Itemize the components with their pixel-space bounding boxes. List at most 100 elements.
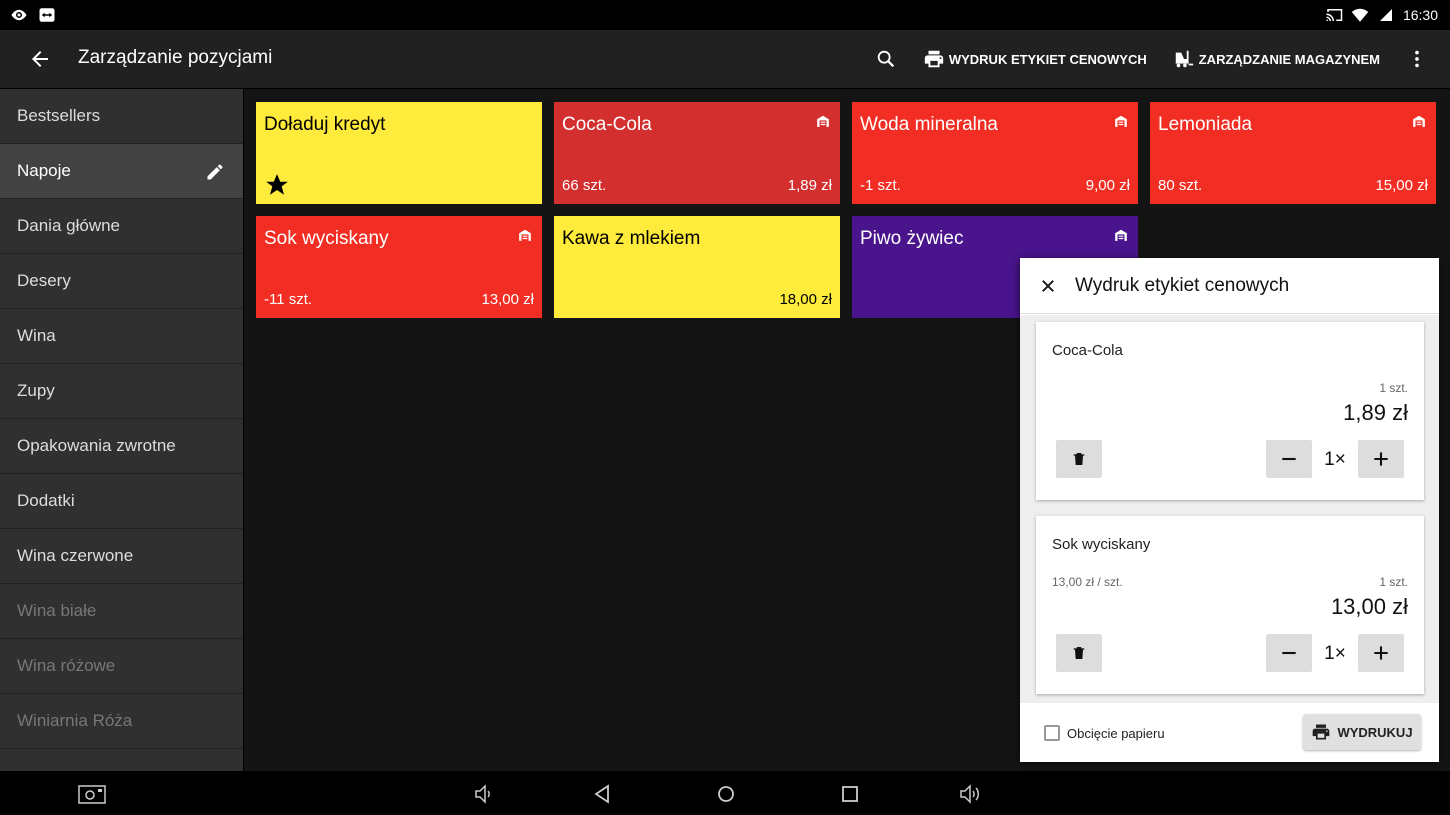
more-vert-icon[interactable] <box>1406 48 1428 70</box>
delete-button[interactable] <box>1056 440 1102 478</box>
sidebar-item-wina-rozowe[interactable]: Wina różowe <box>0 639 243 694</box>
tile-price: 18,00 zł <box>779 291 832 308</box>
tile-qty: -1 szt. <box>860 177 901 194</box>
sidebar-item-winiarnia-roza[interactable]: Winiarnia Róża <box>0 694 243 749</box>
warehouse-label: ZARZĄDZANIE MAGAZYNEM <box>1198 51 1380 67</box>
star-icon <box>266 174 288 195</box>
card-name: Coca-Cola <box>1052 342 1123 359</box>
close-icon[interactable] <box>1039 277 1057 295</box>
tile-price: 1,89 zł <box>787 177 832 194</box>
trash-icon <box>1073 647 1085 659</box>
card-total: 13,00 zł <box>1330 594 1408 619</box>
eye-icon <box>11 9 27 21</box>
search-icon[interactable] <box>875 48 897 70</box>
tile-name: Coca-Cola <box>562 114 652 135</box>
system-nav-bar <box>0 771 1450 815</box>
wifi-icon <box>1351 8 1369 22</box>
status-bar: 16:30 <box>0 0 1450 30</box>
product-tile[interactable]: Lemoniada 80 szt. 15,00 zł <box>1150 102 1436 204</box>
print-labels-panel: Wydruk etykiet cenowych Coca-Cola 1 szt.… <box>1020 258 1439 762</box>
cut-paper-label[interactable]: Obcięcie papieru <box>1067 726 1165 741</box>
card-qty: 1 szt. <box>1379 575 1408 589</box>
cast-icon <box>1326 9 1343 21</box>
back-arrow-icon[interactable] <box>28 47 52 71</box>
print-button[interactable]: WYDRUKUJ <box>1303 714 1421 750</box>
sidebar-item-bestsellers[interactable]: Bestsellers <box>0 89 243 144</box>
product-tile[interactable]: Kawa z mlekiem 18,00 zł <box>554 216 840 318</box>
tile-price: 15,00 zł <box>1375 177 1428 194</box>
tile-qty: 80 szt. <box>1158 177 1203 194</box>
minus-icon <box>1282 457 1296 461</box>
decrement-button[interactable] <box>1266 440 1312 478</box>
warehouse-button[interactable]: ZARZĄDZANIE MAGAZYNEM <box>1173 48 1380 70</box>
product-tile[interactable]: Woda mineralna -1 szt. 9,00 zł <box>852 102 1138 204</box>
plus-icon <box>1374 452 1388 466</box>
print-labels-button[interactable]: WYDRUK ETYKIET CENOWYCH <box>923 48 1147 70</box>
print-labels-label: WYDRUK ETYKIET CENOWYCH <box>948 51 1147 67</box>
warehouse-icon <box>817 115 829 127</box>
sidebar-item-desery[interactable]: Desery <box>0 254 243 309</box>
panel-footer: Obcięcie papieru WYDRUKUJ <box>1020 703 1439 762</box>
tile-price: 9,00 zł <box>1085 177 1130 194</box>
clock: 16:30 <box>1402 7 1438 23</box>
label-card: Coca-Cola 1 szt. 1,89 zł 1× <box>1036 322 1424 500</box>
sidebar-item-wina-czerwone[interactable]: Wina czerwone <box>0 529 243 584</box>
product-tile[interactable]: Doładuj kredyt <box>256 102 542 204</box>
tile-price: 13,00 zł <box>481 291 534 308</box>
panel-header: Wydruk etykiet cenowych <box>1020 258 1439 314</box>
increment-button[interactable] <box>1358 634 1404 672</box>
panel-title: Wydruk etykiet cenowych <box>1075 274 1290 296</box>
edit-pencil-icon[interactable] <box>205 162 225 182</box>
sidebar-item-wina-biale[interactable]: Wina białe <box>0 584 243 639</box>
tile-name: Doładuj kredyt <box>264 114 386 135</box>
tile-name: Piwo żywiec <box>860 228 964 249</box>
card-count: 1× <box>1324 643 1346 664</box>
volume-up-icon[interactable] <box>958 782 982 806</box>
card-name: Sok wyciskany <box>1052 536 1151 553</box>
card-qty: 1 szt. <box>1379 381 1408 395</box>
nav-home-icon[interactable] <box>714 782 738 806</box>
forklift-icon <box>1175 50 1193 68</box>
sidebar-item-napoje[interactable]: Napoje <box>0 144 243 199</box>
printer-icon <box>924 50 944 68</box>
warehouse-icon <box>1115 115 1127 127</box>
sidebar-item-dodatki[interactable]: Dodatki <box>0 474 243 529</box>
sidebar-item-wina[interactable]: Wina <box>0 309 243 364</box>
app-bar: Zarządzanie pozycjami WYDRUK ETYKIET CEN… <box>0 30 1450 88</box>
delete-button[interactable] <box>1056 634 1102 672</box>
warehouse-icon <box>519 229 531 241</box>
card-count: 1× <box>1324 449 1346 470</box>
printer-icon <box>1313 724 1330 740</box>
card-unit-price: 13,00 zł / szt. <box>1052 575 1123 589</box>
warehouse-icon <box>1413 115 1425 127</box>
warehouse-icon <box>1115 229 1127 241</box>
trash-icon <box>1073 453 1085 465</box>
remote-icon <box>39 8 55 22</box>
nav-recents-icon[interactable] <box>838 782 862 806</box>
product-tile[interactable]: Sok wyciskany -11 szt. 13,00 zł <box>256 216 542 318</box>
minus-icon <box>1282 651 1296 655</box>
product-tile[interactable]: Coca-Cola 66 szt. 1,89 zł <box>554 102 840 204</box>
tile-name: Lemoniada <box>1158 114 1253 135</box>
battery-icon <box>1379 9 1392 21</box>
nav-back-icon[interactable] <box>590 782 614 806</box>
decrement-button[interactable] <box>1266 634 1312 672</box>
cut-paper-checkbox[interactable] <box>1044 725 1060 741</box>
panel-list[interactable]: Coca-Cola 1 szt. 1,89 zł 1× Sok wyciskan… <box>1020 315 1439 703</box>
sidebar-item-zupy[interactable]: Zupy <box>0 364 243 419</box>
tile-qty: 66 szt. <box>562 177 607 194</box>
volume-down-icon[interactable] <box>472 782 496 806</box>
sidebar-item-opakowania-zwrotne[interactable]: Opakowania zwrotne <box>0 419 243 474</box>
category-sidebar: Bestsellers Napoje Dania główne Desery W… <box>0 89 243 771</box>
tile-name: Woda mineralna <box>860 114 999 135</box>
increment-button[interactable] <box>1358 440 1404 478</box>
tile-name: Kawa z mlekiem <box>562 228 701 249</box>
print-button-label: WYDRUKUJ <box>1337 724 1413 740</box>
card-total: 1,89 zł <box>1343 400 1408 425</box>
plus-icon <box>1374 646 1388 660</box>
sidebar-item-dania-glowne[interactable]: Dania główne <box>0 199 243 254</box>
screenshot-icon[interactable] <box>78 782 106 806</box>
label-card: Sok wyciskany 13,00 zł / szt. 1 szt. 13,… <box>1036 516 1424 694</box>
tile-name: Sok wyciskany <box>264 228 389 249</box>
page-title: Zarządzanie pozycjami <box>78 47 273 68</box>
